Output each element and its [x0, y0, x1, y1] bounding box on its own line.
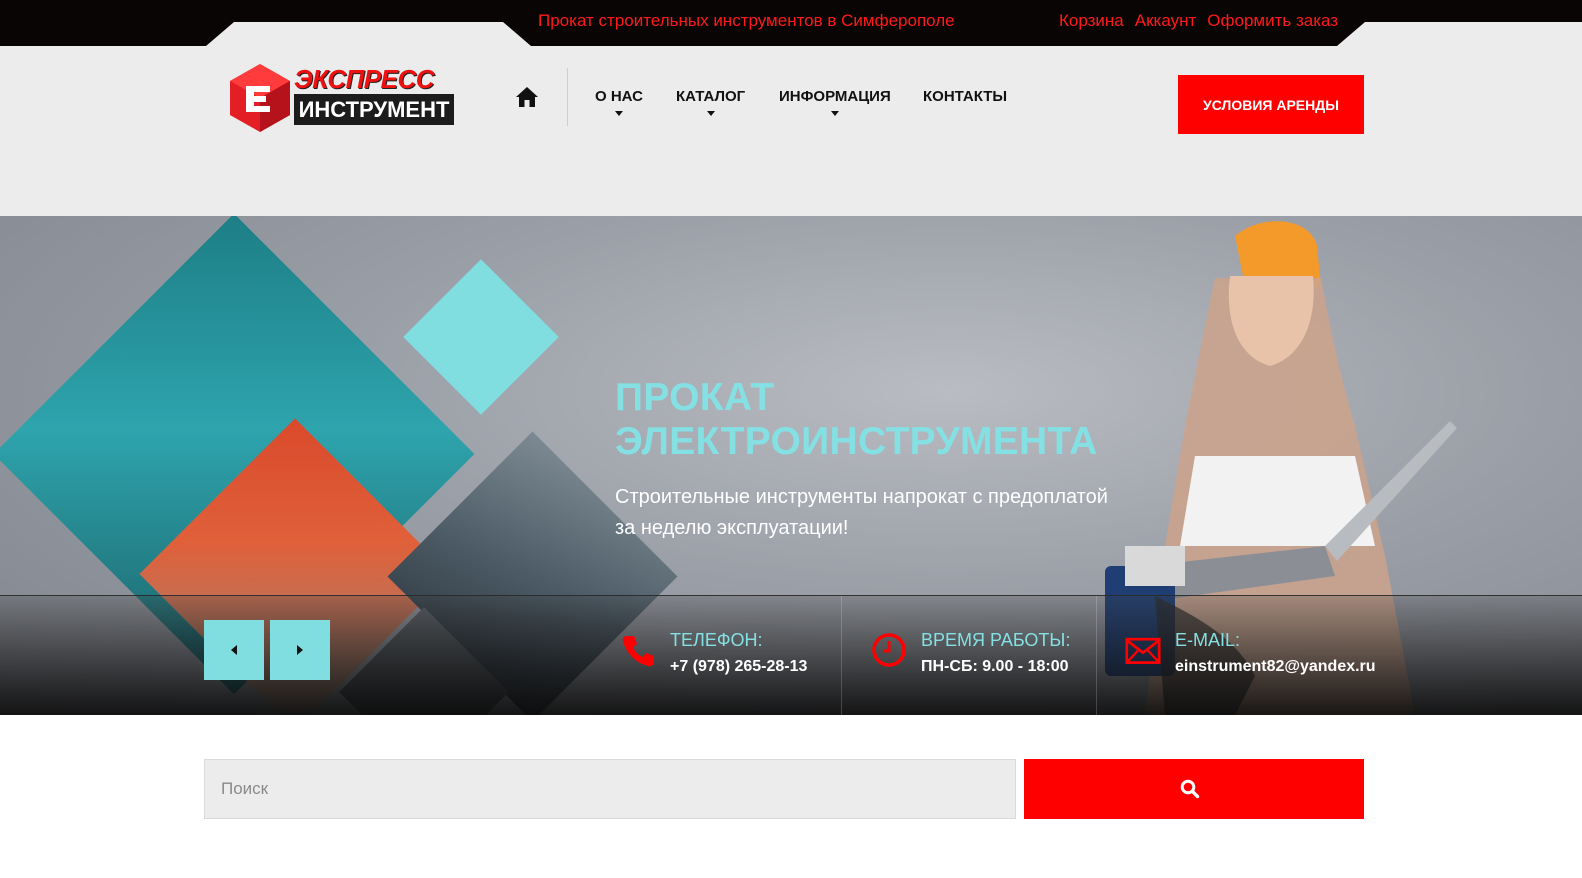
hero-subtitle-line: за неделю эксплуатации! — [615, 517, 849, 539]
search-input[interactable] — [204, 759, 1016, 819]
logo-text-express: ЭКСПРЕСС — [294, 64, 435, 94]
hero-title-line: ПРОКАТ — [615, 376, 775, 419]
email-label: E-MAIL: — [1175, 630, 1241, 650]
nav-item-contacts[interactable]: КОНТАКТЫ — [923, 88, 1007, 105]
hero-title: ПРОКАТ ЭЛЕКТРОИНСТРУМЕНТА — [615, 376, 1098, 464]
slider-next-button[interactable] — [270, 620, 330, 680]
nav-item-label: КАТАЛОГ — [676, 88, 746, 105]
arrow-left-icon — [231, 645, 237, 655]
nav-item-label: ИНФОРМАЦИЯ — [779, 88, 891, 105]
search-icon — [1180, 779, 1200, 799]
hero-slider: ПРОКАТ ЭЛЕКТРОИНСТРУМЕНТА Строительные и… — [0, 216, 1582, 715]
phone-value[interactable]: +7 (978) 265-28-13 — [670, 658, 807, 676]
nav-item-label: КОНТАКТЫ — [923, 88, 1008, 105]
caret-down-icon — [830, 111, 839, 116]
contact-divider — [841, 596, 842, 715]
envelope-icon — [1125, 637, 1161, 664]
nav-divider — [567, 68, 568, 126]
caret-down-icon — [706, 111, 715, 116]
cart-link[interactable]: Корзина — [1059, 11, 1124, 31]
logo-text-instrument: ИНСТРУМЕНТ — [294, 94, 454, 125]
hero-title-line: ЭЛЕКТРОИНСТРУМЕНТА — [615, 420, 1098, 463]
site-logo[interactable]: ЭКСПРЕСС ИНСТРУМЕНТ — [228, 62, 458, 134]
arrow-right-icon — [297, 645, 303, 655]
hours-label: ВРЕМЯ РАБОТЫ: — [921, 630, 1071, 650]
top-links: Корзина Аккаунт Оформить заказ — [1059, 11, 1338, 31]
phone-icon — [622, 636, 654, 667]
search-button[interactable] — [1024, 759, 1364, 819]
contact-divider — [1096, 596, 1097, 715]
topbar-tab-left — [206, 22, 531, 46]
checkout-link[interactable]: Оформить заказ — [1207, 11, 1338, 31]
topbar-tab-right — [1337, 22, 1582, 46]
phone-label: ТЕЛЕФОН: — [670, 630, 763, 650]
slider-prev-button[interactable] — [204, 620, 264, 680]
site-header: ЭКСПРЕСС ИНСТРУМЕНТ О НАС КАТАЛОГ ИНФОРМ… — [0, 46, 1582, 216]
hero-subtitle: Строительные инструменты напрокат с пред… — [615, 482, 1135, 544]
rental-terms-button[interactable]: УСЛОВИЯ АРЕНДЫ — [1178, 75, 1364, 134]
hero-subtitle-line: Строительные инструменты напрокат с пред… — [615, 486, 1108, 508]
nav-item-information[interactable]: ИНФОРМАЦИЯ — [779, 88, 891, 116]
caret-down-icon — [614, 111, 623, 116]
home-icon[interactable] — [515, 86, 539, 108]
hero-diamond-accent — [403, 259, 559, 415]
site-tagline: Прокат строительных инструментов в Симфе… — [538, 11, 955, 30]
nav-item-label: О НАС — [595, 88, 643, 105]
nav-item-catalog[interactable]: КАТАЛОГ — [676, 88, 745, 116]
email-value[interactable]: einstrument82@yandex.ru — [1175, 658, 1376, 676]
nav-item-about[interactable]: О НАС — [595, 88, 643, 116]
hours-value: ПН-СБ: 9.00 - 18:00 — [921, 658, 1069, 675]
logo-cube-icon — [230, 64, 290, 132]
top-bar: Прокат строительных инструментов в Симфе… — [0, 0, 1582, 46]
account-link[interactable]: Аккаунт — [1135, 11, 1197, 31]
clock-icon — [872, 633, 906, 667]
